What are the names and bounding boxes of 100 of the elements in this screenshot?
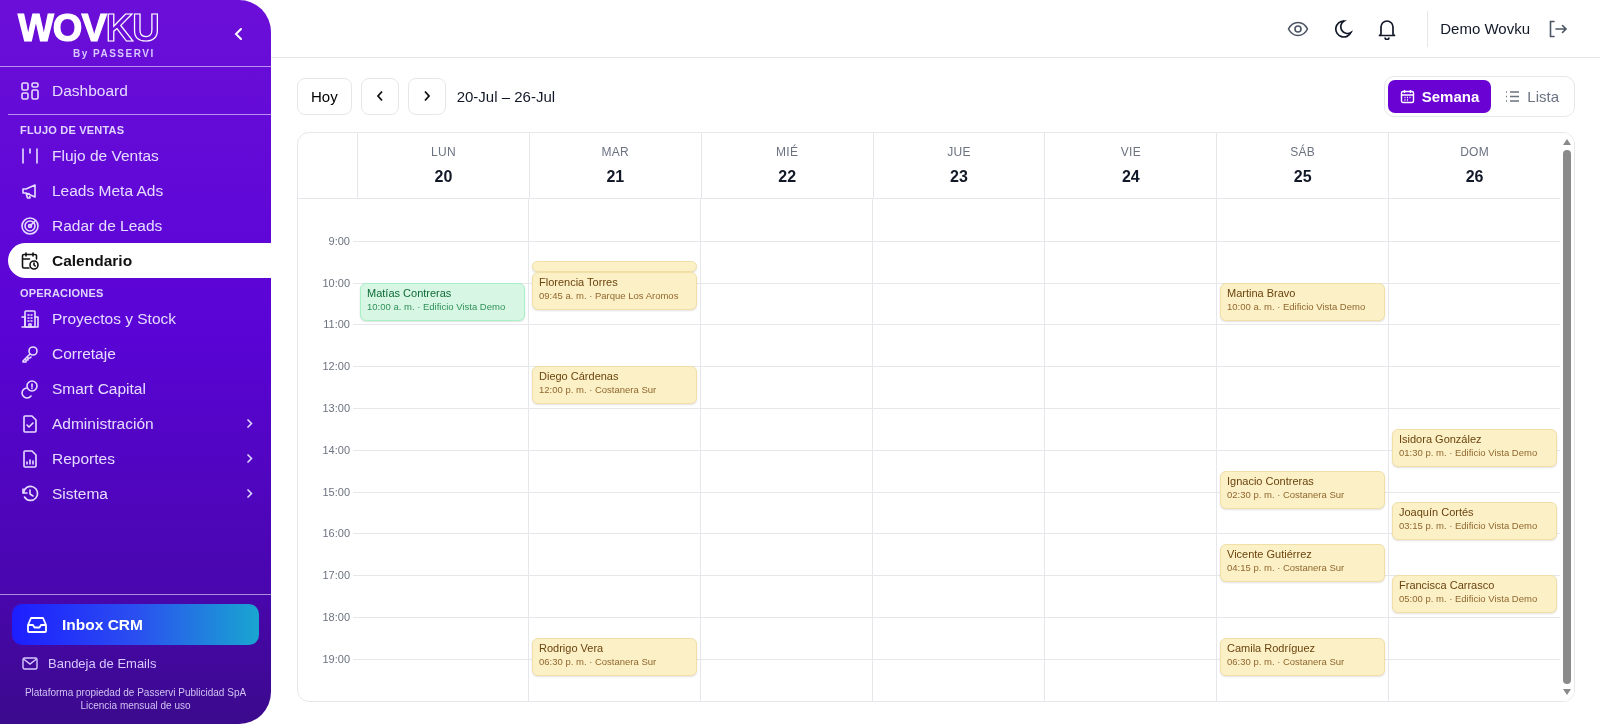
event-name: Matías Contreras — [367, 286, 453, 299]
inbox-icon — [26, 615, 48, 634]
calendar-event[interactable]: Vicente Gutiérrez 04:15 p. m. · Costanera Sur — [1220, 543, 1385, 582]
bell-icon[interactable] — [1377, 17, 1398, 40]
event-name: Joaquín Cortés — [1399, 506, 1475, 519]
hour-label: 16:00 — [322, 527, 350, 540]
event-name: Camila Rodríguez — [1227, 641, 1317, 654]
view-tab[interactable]: Semana — [1387, 79, 1492, 113]
sidebar-item[interactable]: Leads Meta Ads — [8, 173, 271, 208]
sidebar-item[interactable]: Sistema — [8, 476, 271, 511]
logo: WOVKU — [18, 9, 159, 47]
event-detail: 03:15 p. m. · Edificio Vista Demo — [1399, 520, 1539, 532]
event-name: Ignacio Contreras — [1227, 474, 1315, 487]
list-icon — [1505, 89, 1521, 103]
event-name: Rodrigo Vera — [539, 641, 605, 654]
event-name: Martina Bravo — [1227, 286, 1297, 299]
sidebar-item[interactable]: Corretaje — [8, 336, 271, 371]
chevron-left-icon — [375, 90, 384, 102]
footer-text: Plataforma propiedad de Passervi Publicidad SpA — [24, 686, 247, 699]
section-heading: OPERACIONES — [19, 286, 105, 301]
doc-icon — [20, 413, 40, 434]
collapse-chevron-icon[interactable] — [233, 27, 245, 41]
calendar-event[interactable]: Joaquín Cortés 03:15 p. m. · Edificio Vista Demo — [1392, 502, 1557, 541]
calendar-event[interactable]: Florencia Torres 09:45 a. m. · Parque Los Aromos — [532, 272, 697, 311]
history-icon — [20, 483, 40, 504]
calendar-event[interactable]: Isidora González 01:30 p. m. · Edificio Vista Demo — [1392, 428, 1557, 467]
date-number: 21 — [606, 168, 625, 186]
bars-icon — [20, 145, 40, 166]
sidebar-item[interactable]: Proyectos y Stock — [8, 301, 271, 336]
sidebar-item[interactable]: Dashboard — [8, 73, 271, 108]
event-detail: 10:00 a. m. · Edificio Vista Demo — [1227, 300, 1367, 312]
user-name[interactable]: Demo Wovku — [1440, 20, 1530, 37]
calendar-event[interactable]: Ignacio Contreras 02:30 p. m. · Costanera Sur — [1220, 470, 1385, 509]
event-detail: 04:15 p. m. · Costanera Sur — [1227, 561, 1346, 573]
hour-label: 11:00 — [323, 318, 350, 331]
email-link[interactable]: Bandeja de Emails — [12, 645, 259, 671]
hour-label: 17:00 — [322, 569, 350, 582]
sidebar-item[interactable]: Radar de Leads — [8, 208, 271, 243]
event-name: Isidora González — [1399, 432, 1483, 445]
calendar-event[interactable]: Martina Bravo 10:00 a. m. · Edificio Vista Demo — [1220, 282, 1385, 321]
date-range: 20-Jul – 26-Jul — [456, 87, 556, 105]
envelope-icon — [22, 657, 38, 670]
event-detail: 10:00 a. m. · Edificio Vista Demo — [367, 300, 507, 312]
sidebar-item[interactable]: Administración — [8, 406, 271, 441]
event-detail: 06:30 p. m. · Costanera Sur — [539, 655, 658, 667]
sidebar-item[interactable]: Calendario — [8, 243, 271, 278]
date-number: 20 — [434, 168, 453, 186]
scroll-down-icon[interactable] — [1562, 688, 1572, 696]
date-number: 26 — [1465, 168, 1484, 186]
calendar-icon — [1399, 88, 1415, 104]
section-heading: FLUJO DE VENTAS — [19, 123, 126, 138]
weekday-label: DOM — [1460, 145, 1490, 159]
key-icon — [20, 343, 40, 364]
report-icon — [20, 448, 40, 469]
sidebar-item[interactable]: Reportes — [8, 441, 271, 476]
event-detail: 01:30 p. m. · Edificio Vista Demo — [1399, 446, 1539, 458]
calendar-event[interactable]: Matías Contreras 10:00 a. m. · Edificio Vista Demo — [360, 282, 525, 321]
logo-subtitle: By PASSERVI — [72, 48, 155, 59]
calendar-event[interactable]: Camila Rodríguez 06:30 p. m. · Costanera Sur — [1220, 637, 1385, 676]
building-icon — [20, 308, 40, 329]
event-name: Vicente Gutiérrez — [1227, 547, 1313, 560]
calendar-event[interactable]: Francisca Carrasco 05:00 p. m. · Edificio Vista Demo — [1392, 575, 1557, 614]
event-name: Diego Cárdenas — [539, 370, 620, 383]
date-number: 22 — [778, 168, 797, 186]
eye-icon[interactable] — [1287, 20, 1310, 37]
chevron-right-icon — [422, 90, 431, 102]
calendar-icon — [20, 250, 40, 271]
moon-icon[interactable] — [1333, 18, 1354, 39]
scrollbar[interactable] — [1560, 133, 1574, 701]
hour-label: 19:00 — [322, 652, 350, 665]
date-number: 25 — [1293, 168, 1312, 186]
event-detail: 12:00 p. m. · Costanera Sur — [539, 384, 658, 396]
hour-label: 18:00 — [322, 611, 350, 623]
radar-icon — [20, 215, 40, 236]
footer-text: Licencia mensual de uso — [80, 699, 191, 712]
calendar-event[interactable]: Rodrigo Vera 06:30 p. m. · Costanera Sur — [532, 637, 697, 676]
event-name: Francisca Carrasco — [1399, 579, 1496, 592]
event-detail: 09:45 a. m. · Parque Los Aromos — [539, 290, 680, 302]
sidebar-item[interactable]: Flujo de Ventas — [8, 138, 271, 173]
weekday-label: VIE — [1120, 145, 1141, 159]
weekday-label: LUN — [430, 145, 456, 159]
date-number: 24 — [1121, 168, 1140, 186]
weekday-label: SÁB — [1290, 145, 1316, 159]
hour-label: 12:00 — [322, 360, 350, 373]
weekday-label: MIÉ — [776, 145, 799, 159]
event-detail: 05:00 p. m. · Edificio Vista Demo — [1399, 593, 1539, 605]
event-detail: 02:30 p. m. · Costanera Sur — [1227, 488, 1346, 500]
event-detail: 06:30 p. m. · Costanera Sur — [1227, 655, 1346, 667]
hour-label: 15:00 — [322, 485, 350, 498]
today-button[interactable]: Hoy — [297, 77, 352, 115]
hour-label: 9:00 — [328, 234, 350, 247]
weekday-label: MAR — [601, 145, 630, 159]
inbox-button[interactable]: Inbox CRM — [12, 604, 259, 645]
logout-icon[interactable] — [1548, 19, 1568, 38]
weekday-label: JUE — [947, 145, 971, 159]
sidebar-item[interactable]: Smart Capital — [8, 371, 271, 406]
view-tab[interactable]: Lista — [1493, 79, 1571, 113]
event-name: Florencia Torres — [539, 276, 619, 289]
calendar-event[interactable]: Diego Cárdenas 12:00 p. m. · Costanera Sur — [532, 366, 697, 405]
scroll-up-icon[interactable] — [1562, 138, 1572, 146]
